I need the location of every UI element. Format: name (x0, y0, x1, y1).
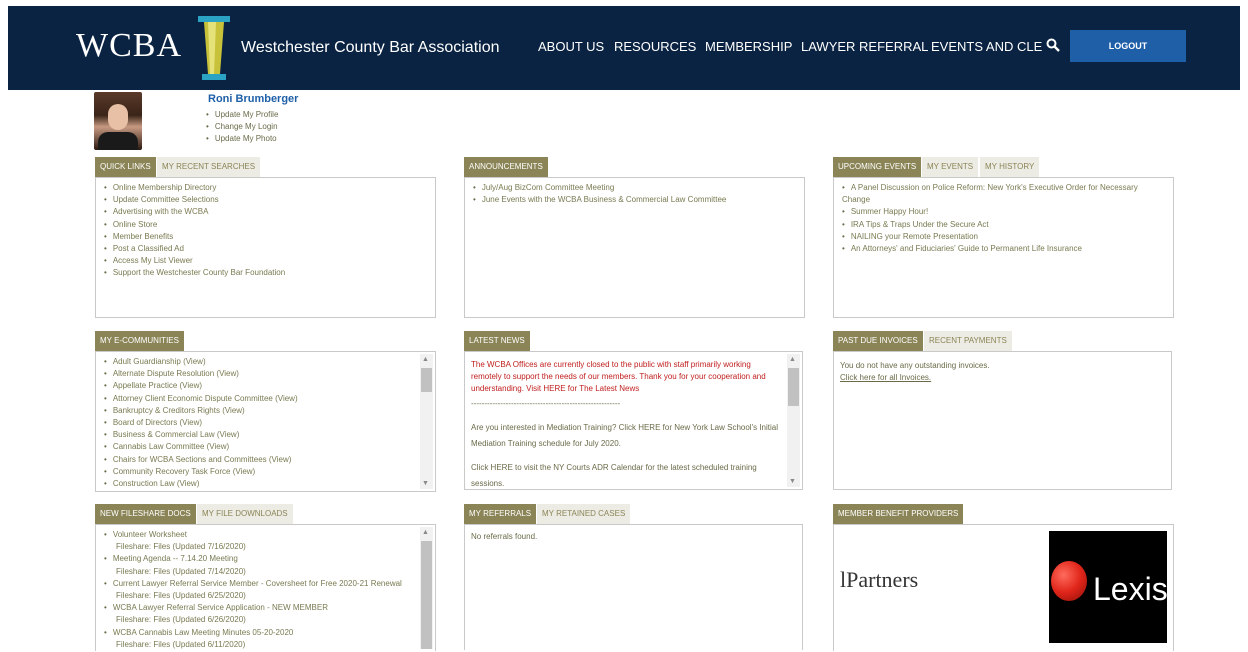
org-name[interactable]: Westchester County Bar Association (241, 39, 500, 57)
tab-past-due-invoices[interactable]: PAST DUE INVOICES (833, 331, 923, 351)
list-item[interactable]: Bankruptcy & Creditors Rights (View) (104, 405, 435, 417)
list-item[interactable]: Alternate Dispute Resolution (View) (104, 368, 435, 380)
tab-my-referrals[interactable]: MY REFERRALS (464, 504, 537, 524)
list-item[interactable]: WCBA Lawyer Referral Service Application… (104, 602, 417, 626)
logout-button[interactable]: LOGOUT (1070, 30, 1186, 62)
all-invoices-link[interactable]: Click here for all Invoices. (840, 373, 931, 382)
invoices-panel: PAST DUE INVOICES RECENT PAYMENTS You do… (833, 331, 1174, 490)
news-divider: ----------------------------------------… (471, 399, 621, 408)
mediation-training-text[interactable]: Are you interested in Mediation Training… (465, 420, 802, 452)
scrollbar-thumb[interactable] (788, 368, 799, 406)
nav-resources[interactable]: RESOURCES (614, 39, 696, 54)
change-login-link[interactable]: Change My Login (206, 121, 278, 133)
quick-links-panel: QUICK LINKS MY RECENT SEARCHES Online Me… (95, 157, 436, 318)
list-item[interactable]: Community Recovery Task Force (View) (104, 466, 435, 478)
nav-about-us[interactable]: ABOUT US (538, 39, 604, 54)
benefit-providers-panel: MEMBER BENEFIT PROVIDERS lPartners Lexis… (833, 504, 1174, 651)
list-item[interactable]: Member Benefits (104, 231, 435, 243)
tab-upcoming-events[interactable]: UPCOMING EVENTS (833, 157, 922, 177)
scrollbar-thumb[interactable] (421, 368, 432, 392)
update-photo-link[interactable]: Update My Photo (206, 133, 278, 145)
scroll-up-icon[interactable]: ▲ (422, 356, 429, 363)
no-referrals-text: No referrals found. (471, 532, 538, 541)
list-item[interactable]: Construction Law (View) (104, 478, 435, 490)
list-item[interactable]: NAILING your Remote Presentation (842, 231, 1153, 243)
lexis-dot-icon (1051, 561, 1087, 601)
profile-links: Update My Profile Change My Login Update… (206, 109, 279, 145)
nav-lawyer-referral[interactable]: LAWYER REFERRAL (801, 39, 928, 54)
list-item[interactable]: Online Membership Directory (104, 182, 435, 194)
wcba-logo-text[interactable]: WCBA (76, 27, 182, 65)
tab-my-recent-searches[interactable]: MY RECENT SEARCHES (157, 157, 261, 177)
list-item[interactable]: Business & Commercial Law (View) (104, 429, 435, 441)
tab-announcements[interactable]: ANNOUNCEMENTS (464, 157, 548, 177)
tab-my-events[interactable]: MY EVENTS (922, 157, 979, 177)
nav-events-and-cle[interactable]: EVENTS AND CLE (931, 39, 1042, 54)
nav-membership[interactable]: MEMBERSHIP (705, 39, 792, 54)
list-item[interactable]: Access My List Viewer (104, 255, 435, 267)
e-communities-panel: MY E-COMMUNITIES Adult Guardianship (Vie… (95, 331, 436, 492)
list-item[interactable]: Online Store (104, 219, 435, 231)
list-item[interactable]: Attorney Client Economic Dispute Committ… (104, 393, 435, 405)
list-item[interactable]: Cannabis Law Committee (View) (104, 441, 435, 453)
list-item[interactable]: Summer Happy Hour! (842, 206, 1153, 218)
list-item[interactable]: Advertising with the WCBA (104, 206, 435, 218)
list-item[interactable]: Update Committee Selections (104, 194, 435, 206)
tab-quick-links[interactable]: QUICK LINKS (95, 157, 156, 177)
avatar (94, 92, 142, 150)
scroll-down-icon[interactable]: ▼ (422, 480, 429, 487)
tab-my-e-communities[interactable]: MY E-COMMUNITIES (95, 331, 184, 351)
lexis-logo[interactable]: Lexisl (1049, 531, 1167, 643)
no-invoices-text: You do not have any outstanding invoices… (840, 361, 990, 370)
upcoming-events-panel: UPCOMING EVENTS MY EVENTS MY HISTORY A P… (833, 157, 1174, 318)
closure-notice[interactable]: The WCBA Offices are currently closed to… (465, 359, 802, 395)
list-item[interactable]: Support the Westchester County Bar Found… (104, 267, 435, 279)
list-item[interactable]: Post a Classified Ad (104, 243, 435, 255)
user-name[interactable]: Roni Brumberger (208, 93, 298, 105)
tab-my-history[interactable]: MY HISTORY (980, 157, 1040, 177)
tab-latest-news[interactable]: LATEST NEWS (464, 331, 530, 351)
latest-news-panel: LATEST NEWS The WCBA Offices are current… (464, 331, 805, 490)
referrals-panel: MY REFERRALS MY RETAINED CASES No referr… (464, 504, 805, 650)
tab-recent-payments[interactable]: RECENT PAYMENTS (924, 331, 1012, 351)
scroll-up-icon[interactable]: ▲ (422, 529, 429, 536)
tab-my-retained-cases[interactable]: MY RETAINED CASES (537, 504, 631, 524)
adr-calendar-text[interactable]: Click HERE to visit the NY Courts ADR Ca… (465, 460, 802, 489)
scrollbar[interactable]: ▲ ▼ (420, 354, 433, 489)
list-item[interactable]: A Panel Discussion on Police Reform: New… (842, 182, 1153, 206)
announcements-panel: ANNOUNCEMENTS July/Aug BizCom Committee … (464, 157, 805, 318)
tab-new-fileshare-docs[interactable]: NEW FILESHARE DOCS (95, 504, 196, 524)
list-item[interactable]: Board of Directors (View) (104, 417, 435, 429)
update-profile-link[interactable]: Update My Profile (206, 109, 279, 121)
partners-logo[interactable]: lPartners (840, 567, 918, 593)
scroll-up-icon[interactable]: ▲ (789, 356, 796, 363)
list-item[interactable]: WCBA Cannabis Law Meeting Minutes 05-20-… (104, 627, 417, 651)
search-icon[interactable] (1046, 38, 1060, 52)
tab-my-file-downloads[interactable]: MY FILE DOWNLOADS (197, 504, 293, 524)
list-item[interactable]: Current Lawyer Referral Service Member -… (104, 578, 417, 602)
list-item[interactable]: Appellate Practice (View) (104, 380, 435, 392)
list-item[interactable]: An Attorneys' and Fiduciaries' Guide to … (842, 243, 1153, 255)
pillar-logo-icon (198, 16, 230, 80)
scrollbar[interactable]: ▲ ▼ (787, 354, 800, 487)
tab-member-benefit-providers[interactable]: MEMBER BENEFIT PROVIDERS (833, 504, 964, 524)
scroll-down-icon[interactable]: ▼ (789, 478, 796, 485)
list-item[interactable]: June Events with the WCBA Business & Com… (473, 194, 804, 206)
list-item[interactable]: Meeting Agenda -- 7.14.20 MeetingFilesha… (104, 553, 417, 577)
fileshare-panel: NEW FILESHARE DOCS MY FILE DOWNLOADS Vol… (95, 504, 436, 651)
list-item[interactable]: Chairs for WCBA Sections and Committees … (104, 454, 435, 466)
scrollbar-thumb[interactable] (421, 541, 432, 649)
list-item[interactable]: July/Aug BizCom Committee Meeting (473, 182, 804, 194)
list-item[interactable]: Adult Guardianship (View) (104, 356, 435, 368)
list-item[interactable]: Volunteer WorksheetFileshare: Files (Upd… (104, 529, 417, 553)
scrollbar[interactable]: ▲ (420, 527, 433, 649)
list-item[interactable]: IRA Tips & Traps Under the Secure Act (842, 219, 1153, 231)
